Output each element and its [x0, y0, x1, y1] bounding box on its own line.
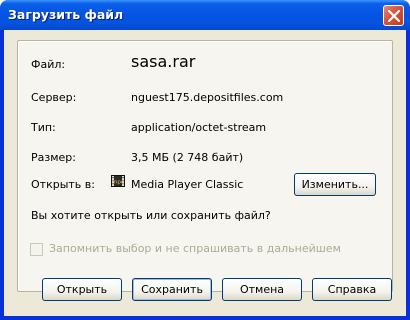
size-value: 3,5 МБ (2 748 байт) — [131, 151, 244, 164]
type-label: Тип: — [31, 121, 56, 134]
dialog-body: Файл: sasa.rar Сервер: nguest175.deposit… — [4, 30, 406, 316]
file-name: sasa.rar — [131, 52, 196, 71]
help-button[interactable]: Справка — [312, 278, 392, 301]
download-dialog: Загрузить файл Файл: sasa.rar Сервер: ng… — [0, 0, 410, 320]
server-value: nguest175.depositfiles.com — [131, 91, 284, 104]
file-label: Файл: — [31, 58, 66, 71]
file-info-panel: Файл: sasa.rar Сервер: nguest175.deposit… — [17, 40, 393, 292]
question-text: Вы хотите открыть или сохранить файл? — [31, 209, 271, 222]
close-icon — [388, 10, 400, 22]
open-in-label: Открыть в: — [31, 178, 95, 191]
media-player-icon: mpc — [111, 174, 125, 188]
open-in-value: Media Player Classic — [131, 178, 244, 191]
title-bar[interactable]: Загрузить файл — [0, 0, 410, 30]
server-label: Сервер: — [31, 91, 77, 104]
open-button[interactable]: Открыть — [42, 278, 122, 301]
cancel-button[interactable]: Отмена — [222, 278, 302, 301]
svg-text:mpc: mpc — [112, 180, 124, 186]
window-title: Загрузить файл — [8, 7, 124, 22]
type-value: application/octet-stream — [131, 121, 267, 134]
remember-checkbox[interactable] — [30, 243, 43, 256]
remember-label: Запомнить выбор и не спрашивать в дальне… — [49, 242, 341, 255]
close-button[interactable] — [383, 5, 404, 26]
size-label: Размер: — [31, 151, 76, 164]
save-button[interactable]: Сохранить — [132, 278, 212, 301]
change-button[interactable]: Изменить... — [294, 173, 376, 196]
